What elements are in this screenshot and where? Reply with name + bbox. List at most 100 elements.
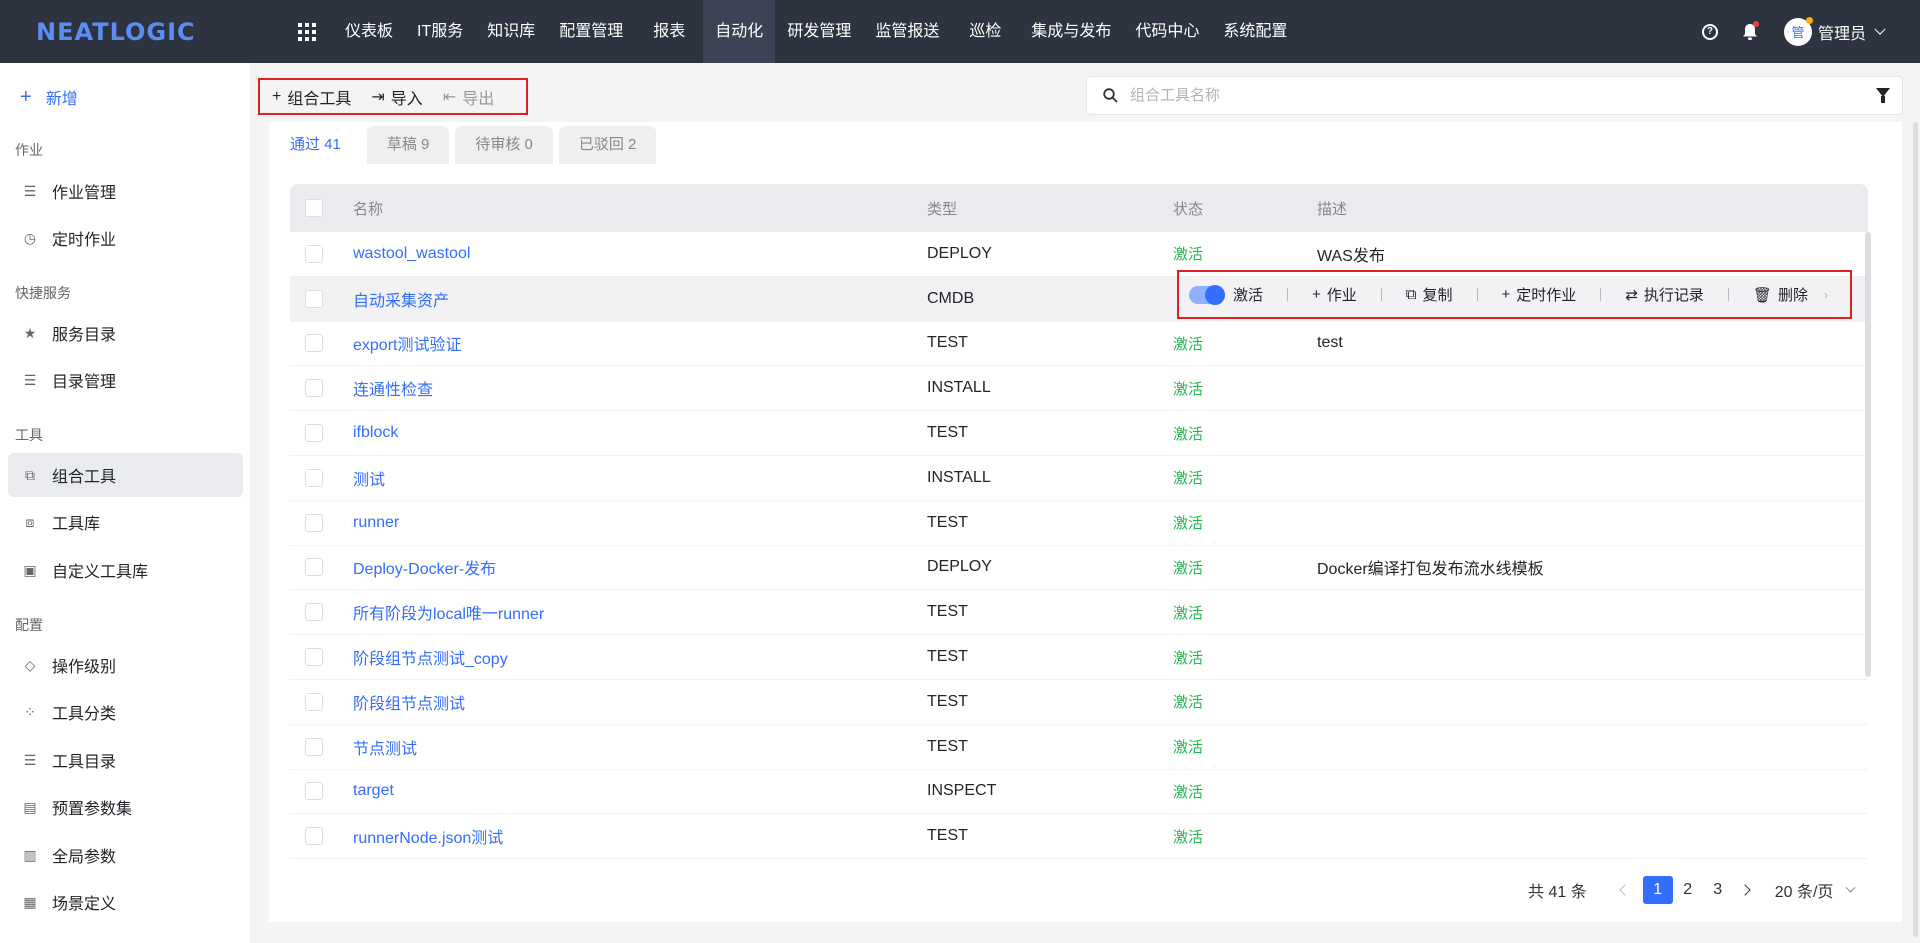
- copy-button[interactable]: ⧉ 复制: [1406, 284, 1453, 305]
- tab-approved[interactable]: 通过 41: [270, 126, 361, 164]
- avatar[interactable]: 管: [1783, 16, 1813, 46]
- tool-name-link[interactable]: wastool_wastool: [353, 245, 470, 263]
- page-button[interactable]: 1: [1642, 876, 1673, 904]
- sidebar-item-combo-tool[interactable]: ⧉ 组合工具: [8, 453, 243, 497]
- execution-history-button[interactable]: ⇄ 执行记录: [1625, 284, 1704, 305]
- search-input[interactable]: [1130, 87, 1830, 104]
- sidebar-item-global-params[interactable]: ▥ 全局参数: [8, 833, 243, 877]
- tool-name-link[interactable]: Deploy-Docker-发布: [353, 555, 496, 579]
- nav-item-code-center[interactable]: 代码中心: [1123, 0, 1211, 63]
- import-button[interactable]: ⇥ 导入: [371, 85, 422, 109]
- sidebar-item-scheduled-job[interactable]: ◷ 定时作业: [8, 216, 243, 260]
- chevron-right-icon[interactable]: ›: [1824, 288, 1828, 302]
- row-checkbox[interactable]: [305, 782, 323, 801]
- tool-name-link[interactable]: export测试验证: [353, 331, 461, 355]
- help-icon[interactable]: ?: [1701, 23, 1718, 40]
- table-row[interactable]: export测试验证 TEST 激活 test: [290, 322, 1868, 367]
- sidebar-group-config: 配置: [15, 617, 43, 633]
- nav-item-report[interactable]: 报表: [635, 0, 703, 63]
- sidebar-item-preset-params[interactable]: ▤ 预置参数集: [8, 785, 243, 829]
- export-button[interactable]: ⇤ 导出: [443, 85, 494, 109]
- sidebar-item-service-catalog[interactable]: ★ 服务目录: [8, 311, 243, 355]
- tool-name-link[interactable]: ifblock: [353, 424, 398, 442]
- row-checkbox[interactable]: [305, 558, 323, 577]
- row-checkbox[interactable]: [305, 244, 323, 263]
- tool-name-link[interactable]: runnerNode.json测试: [353, 824, 503, 848]
- row-checkbox[interactable]: [305, 334, 323, 353]
- tool-name-link[interactable]: 测试: [353, 466, 385, 490]
- table-row[interactable]: 阶段组节点测试 TEST 激活: [290, 680, 1868, 725]
- schedule-job-button[interactable]: + 定时作业: [1502, 284, 1577, 305]
- table-row[interactable]: ifblock TEST 激活: [290, 411, 1868, 456]
- tab-pending-review[interactable]: 待审核 0: [455, 126, 553, 164]
- sidebar-item-operation-level[interactable]: ◇ 操作级别: [8, 643, 243, 687]
- table-row[interactable]: 节点测试 TEST 激活: [290, 725, 1868, 770]
- row-checkbox[interactable]: [305, 513, 323, 532]
- nav-item-cmdb[interactable]: 配置管理: [547, 0, 635, 63]
- page-button[interactable]: 2: [1673, 876, 1703, 904]
- select-all-checkbox[interactable]: [305, 199, 323, 217]
- tool-name-link[interactable]: target: [353, 782, 394, 800]
- table-scrollbar[interactable]: [1865, 232, 1871, 677]
- prev-page-icon[interactable]: [1619, 884, 1631, 896]
- sidebar-item-catalog-management[interactable]: ☰ 目录管理: [8, 358, 243, 402]
- chevron-down-icon[interactable]: [1874, 23, 1886, 35]
- logo[interactable]: NEATLOGIC: [36, 18, 211, 46]
- table-row[interactable]: runner TEST 激活: [290, 501, 1868, 546]
- delete-button[interactable]: 🗑 删除: [1753, 284, 1808, 305]
- nav-item-regulatory[interactable]: 监管报送: [863, 0, 951, 63]
- nav-item-integration[interactable]: 集成与发布: [1019, 0, 1123, 63]
- tool-name-link[interactable]: 阶段组节点测试_copy: [353, 645, 508, 669]
- sidebar-item-job-management[interactable]: ☰ 作业管理: [8, 169, 243, 213]
- sidebar-item-scene-definition[interactable]: ▦ 场景定义: [8, 880, 243, 924]
- row-checkbox[interactable]: [305, 289, 323, 308]
- sidebar-item-custom-toolbox[interactable]: ▣ 自定义工具库: [8, 548, 243, 592]
- page-button[interactable]: 3: [1703, 876, 1733, 904]
- nav-item-system-config[interactable]: 系统配置: [1211, 0, 1299, 63]
- filter-icon[interactable]: [1876, 88, 1890, 103]
- row-checkbox[interactable]: [305, 737, 323, 756]
- tab-rejected[interactable]: 已驳回 2: [558, 126, 657, 164]
- sidebar-item-toolbox[interactable]: ⧈ 工具库: [8, 500, 243, 544]
- row-checkbox[interactable]: [305, 603, 323, 622]
- table-row[interactable]: target INSPECT 激活: [290, 770, 1868, 815]
- row-checkbox[interactable]: [305, 692, 323, 711]
- row-checkbox[interactable]: [305, 468, 323, 487]
- table-row[interactable]: Deploy-Docker-发布 DEPLOY 激活 Docker编译打包发布流…: [290, 546, 1868, 591]
- nav-item-knowledge[interactable]: 知识库: [475, 0, 547, 63]
- table-row[interactable]: runnerNode.json测试 TEST 激活: [290, 814, 1868, 860]
- import-icon: ⇥: [371, 88, 385, 106]
- bell-icon[interactable]: [1742, 20, 1759, 41]
- table-row[interactable]: 测试 INSTALL 激活: [290, 456, 1868, 501]
- user-name[interactable]: 管理员: [1818, 20, 1866, 44]
- nav-item-automation[interactable]: 自动化: [703, 0, 776, 63]
- row-checkbox[interactable]: [305, 648, 323, 667]
- row-checkbox[interactable]: [305, 379, 323, 398]
- tool-name-link[interactable]: runner: [353, 514, 399, 532]
- table-row[interactable]: 阶段组节点测试_copy TEST 激活: [290, 635, 1868, 680]
- row-checkbox[interactable]: [305, 424, 323, 443]
- next-page-icon[interactable]: [1739, 884, 1751, 896]
- app-grid-icon[interactable]: [297, 22, 317, 42]
- tab-draft[interactable]: 草稿 9: [366, 126, 450, 164]
- nav-item-rdm[interactable]: 研发管理: [775, 0, 863, 63]
- tool-name-link[interactable]: 所有阶段为local唯一runner: [353, 600, 544, 624]
- add-combo-tool-button[interactable]: + 组合工具: [272, 85, 351, 109]
- sidebar-item-tool-catalog[interactable]: ☰ 工具目录: [8, 738, 243, 782]
- tool-name-link[interactable]: 节点测试: [353, 735, 417, 759]
- tool-name-link[interactable]: 自动采集资产: [353, 287, 449, 311]
- table-row[interactable]: 所有阶段为local唯一runner TEST 激活: [290, 590, 1868, 636]
- active-toggle[interactable]: [1189, 284, 1225, 305]
- nav-item-dashboard[interactable]: 仪表板: [333, 0, 405, 63]
- sidebar-item-tool-category[interactable]: ⁘ 工具分类: [8, 690, 243, 734]
- nav-item-it-service[interactable]: IT服务: [405, 0, 475, 63]
- sidebar-add-button[interactable]: + 新增: [20, 85, 78, 109]
- tool-name-link[interactable]: 阶段组节点测试: [353, 690, 465, 714]
- tool-name-link[interactable]: 连通性检查: [353, 376, 433, 400]
- create-job-button[interactable]: + 作业: [1312, 284, 1357, 305]
- page-scrollbar[interactable]: [1913, 122, 1918, 937]
- table-row[interactable]: 连通性检查 INSTALL 激活: [290, 366, 1868, 412]
- nav-item-inspection[interactable]: 巡检: [951, 0, 1019, 63]
- page-size-select[interactable]: 20 条/页: [1775, 878, 1856, 902]
- row-checkbox[interactable]: [305, 827, 323, 846]
